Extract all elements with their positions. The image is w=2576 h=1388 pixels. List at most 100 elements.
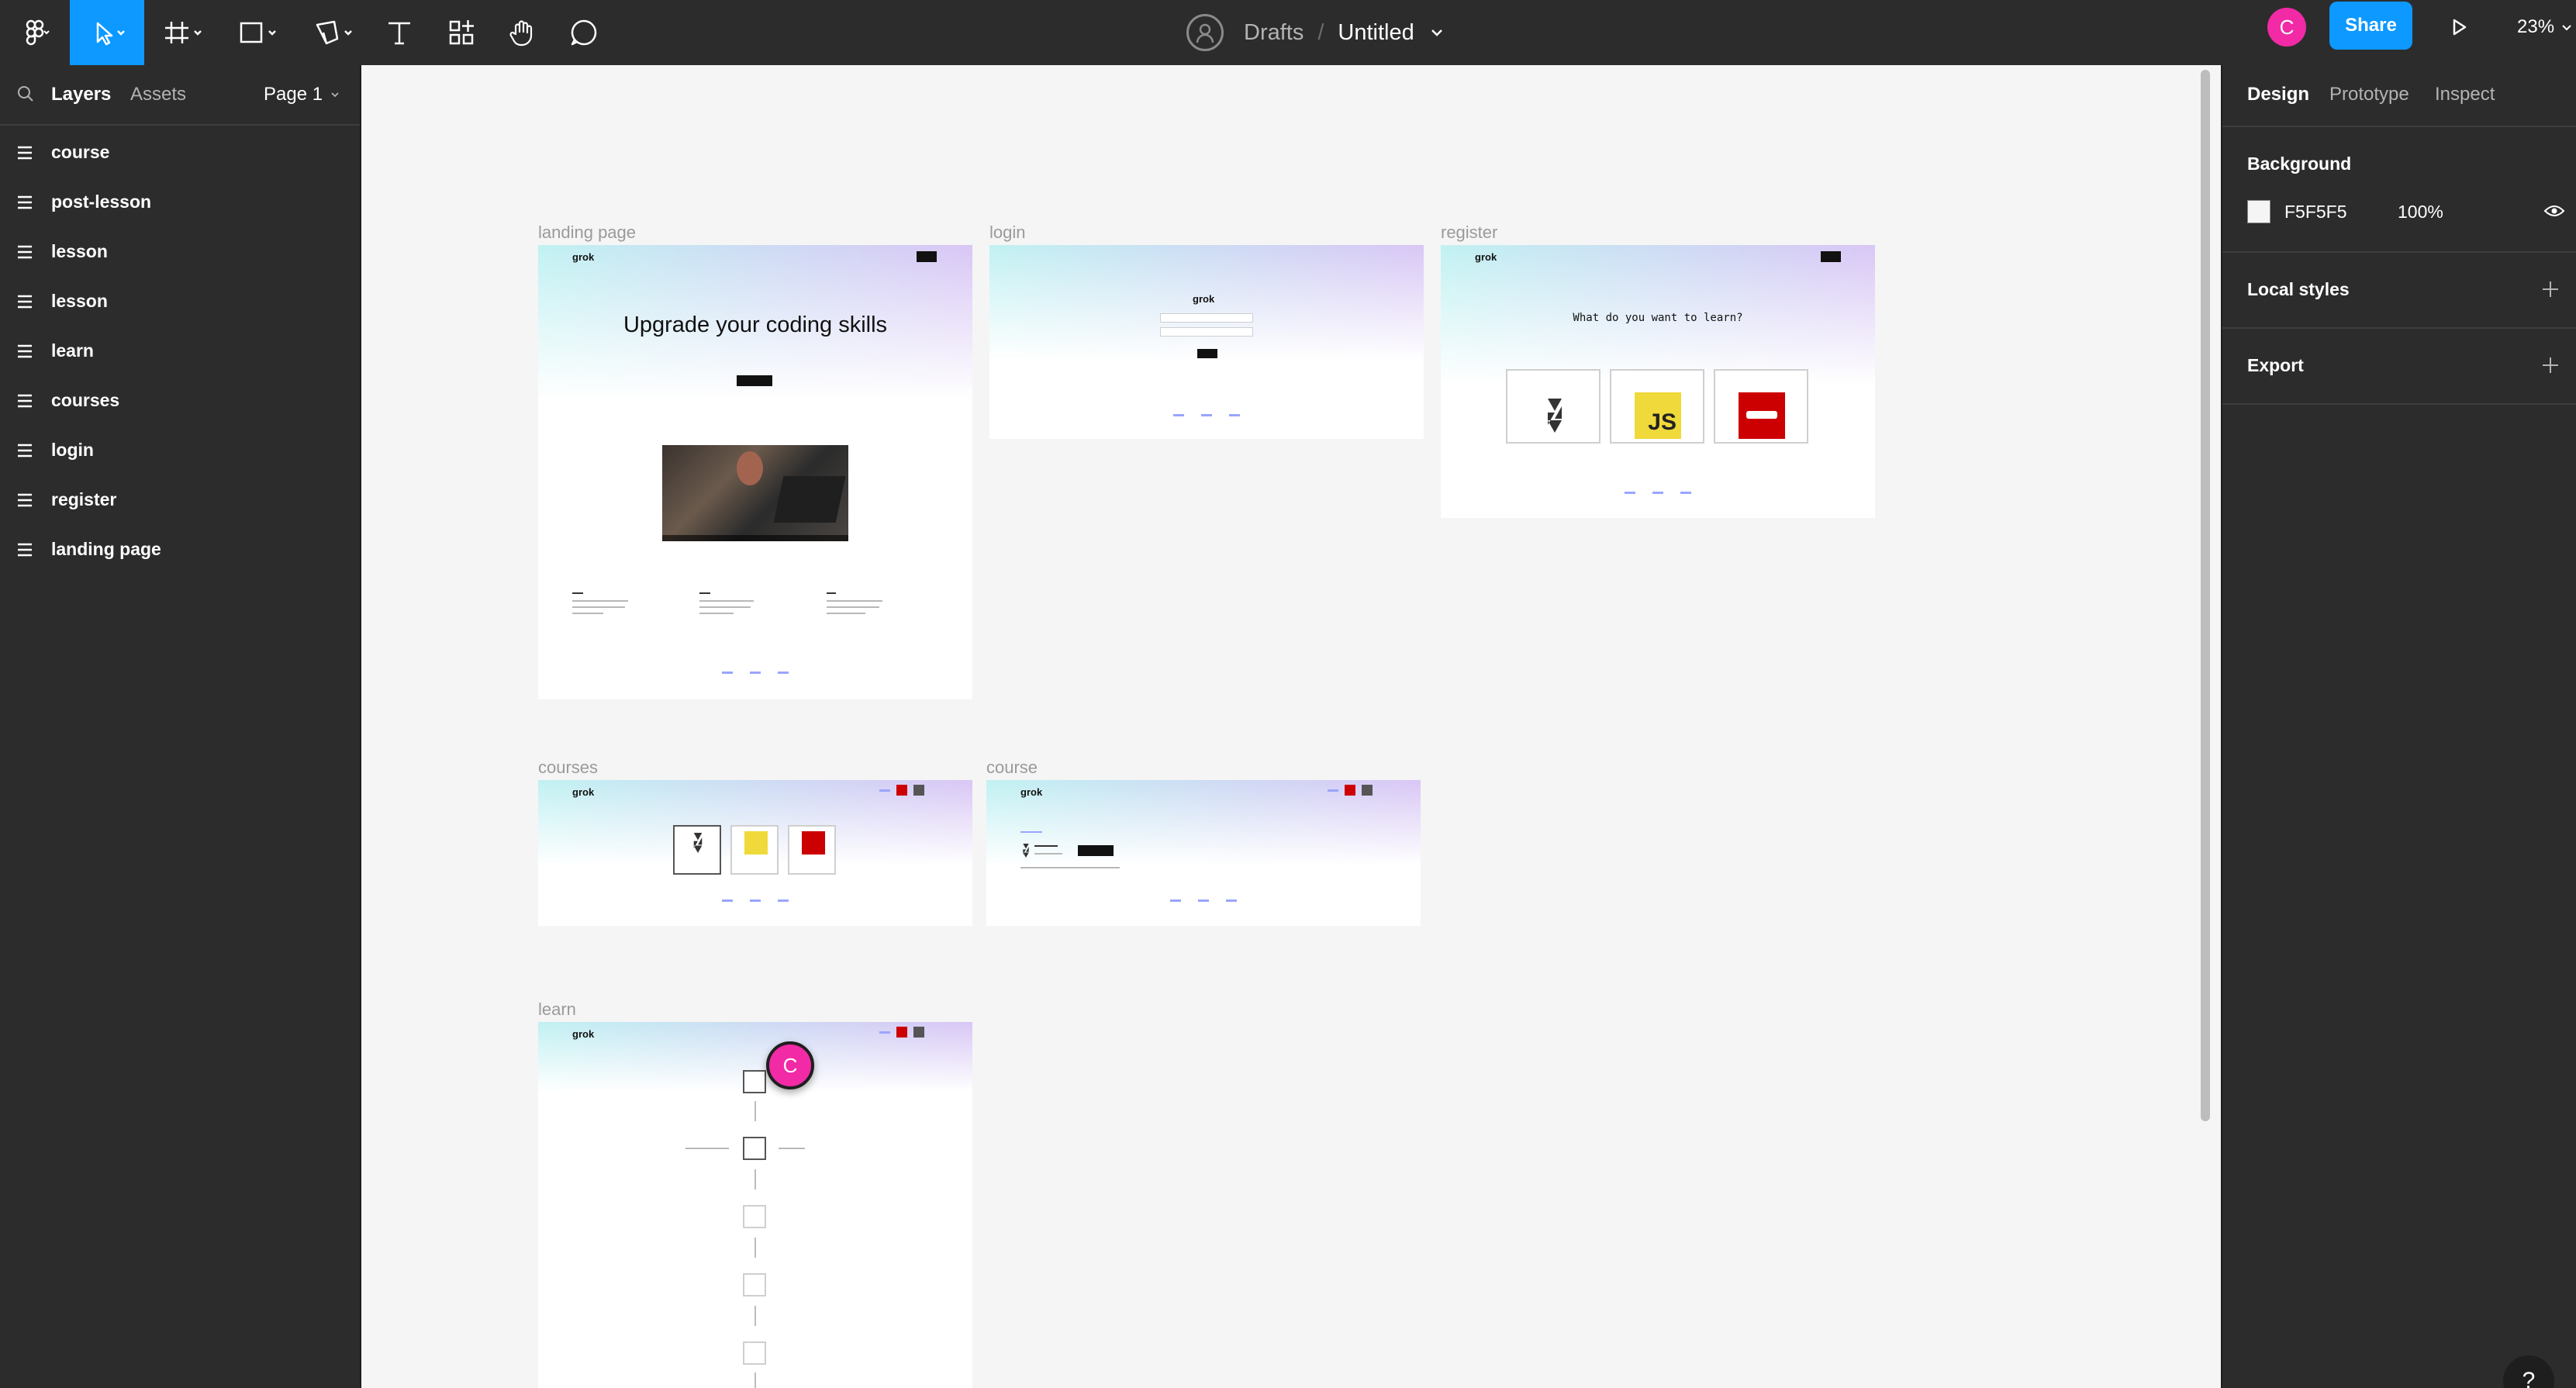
hero-heading: Upgrade your coding skills: [623, 312, 888, 337]
canvas-scrollbar[interactable]: [2201, 70, 2210, 1121]
breadcrumb-separator: /: [1317, 19, 1324, 45]
frame-label-learn[interactable]: learn: [538, 1000, 576, 1020]
layer-name: lesson: [51, 240, 108, 261]
frame-label-courses[interactable]: courses: [538, 758, 598, 778]
chevron-down-icon[interactable]: [1425, 21, 1449, 44]
layer-name: register: [51, 489, 117, 509]
solidity-logo-icon: [1023, 843, 1029, 858]
feature-text-mark: [572, 606, 625, 608]
team-avatar-icon: [1186, 14, 1224, 51]
tab-assets[interactable]: Assets: [130, 84, 186, 105]
frame-layer-icon: [18, 195, 32, 209]
path-connector: [754, 1238, 756, 1258]
layer-name: learn: [51, 340, 94, 361]
text-tool-button[interactable]: [380, 0, 419, 65]
frame-tool-button[interactable]: [155, 0, 217, 65]
video-thumbnail-image: [662, 445, 848, 541]
frame-courses[interactable]: grok: [538, 780, 972, 926]
layer-name: post-lesson: [51, 191, 152, 212]
layers-panel: Layers Assets Page 1 course post-lesson …: [0, 65, 361, 1388]
user-avatar[interactable]: C: [2267, 8, 2306, 47]
layer-item-post-lesson[interactable]: post-lesson: [0, 180, 361, 223]
login-mini-button: [1821, 251, 1841, 262]
layer-name: lesson: [51, 290, 108, 311]
feature-text-mark: [572, 600, 628, 602]
eye-icon[interactable]: [2543, 203, 2565, 219]
background-color-swatch[interactable]: [2247, 200, 2270, 223]
tab-design[interactable]: Design: [2247, 84, 2309, 105]
comment-tool-button[interactable]: [565, 0, 603, 65]
feature-text-mark: [572, 613, 603, 614]
zoom-menu[interactable]: 23%: [2517, 8, 2574, 47]
resources-tool-button[interactable]: [442, 0, 481, 65]
get-started-mini-button: [737, 375, 772, 386]
tab-inspect[interactable]: Inspect: [2435, 84, 2495, 105]
frame-course[interactable]: grok: [986, 780, 1421, 926]
path-connector: [754, 1101, 756, 1121]
add-style-plus-icon[interactable]: [2540, 279, 2560, 299]
frame-login[interactable]: grok: [989, 245, 1424, 439]
file-name[interactable]: Untitled: [1338, 20, 1414, 46]
divider: [2222, 327, 2576, 329]
frame-landing-page[interactable]: grok Upgrade your coding skills: [538, 245, 972, 699]
file-title-area[interactable]: Drafts / Untitled: [1186, 0, 1449, 65]
course-card-solidity: [673, 825, 721, 875]
search-icon[interactable]: [16, 84, 36, 104]
feature-heading-mark: [699, 592, 710, 594]
frame-logo: grok: [572, 786, 595, 798]
lesson-node-locked: [743, 1205, 766, 1228]
layers-panel-header: Layers Assets Page 1: [0, 65, 360, 126]
login-mini-button: [1197, 349, 1217, 358]
move-tool-button[interactable]: [70, 0, 144, 65]
email-input-mock: [1160, 313, 1253, 323]
background-opacity-input[interactable]: 100%: [2398, 202, 2443, 223]
frame-icon: [165, 22, 202, 43]
frame-logo: grok: [572, 1028, 595, 1040]
drafts-link[interactable]: Drafts: [1244, 20, 1304, 46]
present-button[interactable]: [2440, 8, 2478, 47]
frame-learn[interactable]: grok: [538, 1022, 972, 1388]
feature-text-mark: [699, 606, 751, 608]
share-button[interactable]: Share: [2329, 2, 2412, 50]
layer-item-learn[interactable]: learn: [0, 329, 361, 372]
layer-item-landing-page[interactable]: landing page: [0, 527, 361, 571]
main-menu-button[interactable]: [0, 0, 70, 65]
frame-label-course[interactable]: course: [986, 758, 1038, 778]
shape-tool-button[interactable]: [230, 0, 292, 65]
feature-text-mark: [827, 600, 882, 602]
page-selector[interactable]: Page 1: [264, 84, 341, 105]
layer-item-lesson[interactable]: lesson: [0, 279, 361, 323]
figma-logo-icon: [26, 19, 50, 46]
hand-icon: [509, 20, 533, 47]
register-question: What do you want to learn?: [1573, 312, 1743, 324]
frame-register[interactable]: grok What do you want to learn? JS: [1441, 245, 1875, 518]
layer-item-register[interactable]: register: [0, 478, 361, 521]
frame-label-login[interactable]: login: [989, 223, 1025, 243]
tab-layers[interactable]: Layers: [51, 84, 111, 105]
cursor-icon: [96, 22, 125, 46]
background-hex-input[interactable]: F5F5F5: [2284, 202, 2347, 223]
footer-links: [538, 899, 972, 902]
frame-label-register[interactable]: register: [1441, 223, 1497, 243]
course-card-javascript: [730, 825, 779, 875]
layer-item-login[interactable]: login: [0, 428, 361, 471]
frame-layer-icon: [18, 444, 32, 457]
divider: [2222, 403, 2576, 405]
text-icon: [388, 22, 410, 45]
tab-prototype[interactable]: Prototype: [2329, 84, 2409, 105]
frame-label-landing-page[interactable]: landing page: [538, 223, 636, 243]
laptop-shape: [773, 476, 846, 523]
person-head-shape: [737, 451, 763, 485]
layer-item-courses[interactable]: courses: [0, 378, 361, 422]
background-section-label: Background: [2247, 154, 2352, 174]
components-icon: [449, 20, 474, 45]
add-export-plus-icon[interactable]: [2540, 355, 2560, 375]
layer-item-lesson[interactable]: lesson: [0, 230, 361, 273]
collaborator-cursor-avatar[interactable]: C: [766, 1041, 814, 1089]
hand-tool-button[interactable]: [502, 0, 541, 65]
javascript-logo: JS: [1635, 392, 1681, 439]
pen-tool-button[interactable]: [306, 0, 368, 65]
rails-logo-icon: [1739, 392, 1785, 439]
layer-item-course[interactable]: course: [0, 130, 361, 174]
export-label: Export: [2247, 355, 2304, 375]
